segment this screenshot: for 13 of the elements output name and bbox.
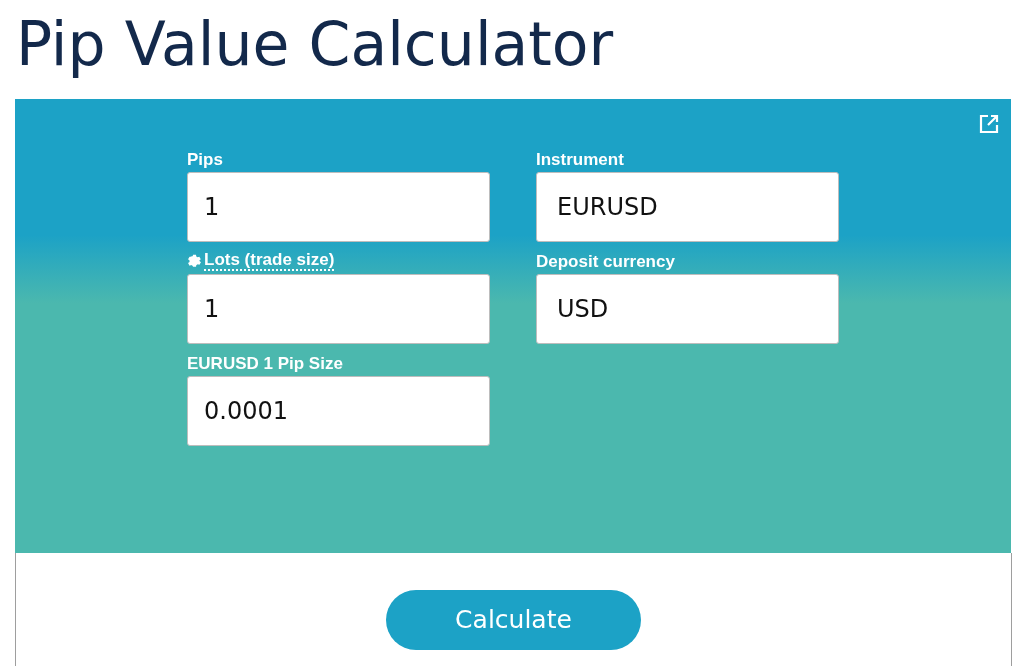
input-field[interactable]: 1 [187,172,490,242]
input-field[interactable]: 0.0001 [187,376,490,446]
field-label: Instrument [536,150,624,168]
field-label: EURUSD 1 Pip Size [187,354,343,372]
field-label: Lots (trade size) [204,251,335,271]
input-field[interactable]: EURUSD [536,172,839,242]
page-title: Pip Value Calculator [15,8,615,81]
external-link-icon[interactable] [979,114,999,134]
gear-icon [187,253,202,269]
field-label: Deposit currency [536,252,675,270]
input-field[interactable]: 1 [187,274,490,344]
input-field[interactable]: USD [536,274,839,344]
field-label: Pips [187,150,223,168]
